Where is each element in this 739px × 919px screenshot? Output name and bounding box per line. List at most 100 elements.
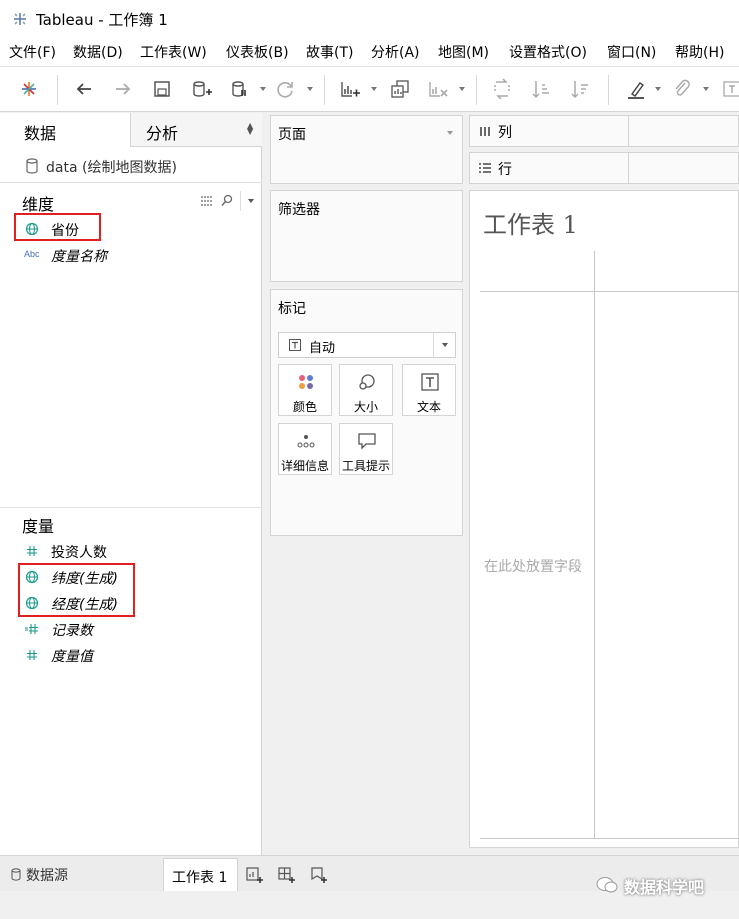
field-label: 度量值 (51, 649, 93, 665)
field-investor-count[interactable]: 投资人数 (0, 538, 262, 564)
menu-format[interactable]: 设置格式(O) (509, 42, 587, 62)
menu-window[interactable]: 窗口(N) (607, 42, 656, 62)
tab-data[interactable]: 数据 (0, 113, 130, 147)
text-icon (421, 373, 439, 391)
datasource-label: data (绘制地图数据) (46, 160, 177, 176)
text-button[interactable]: 文本 (402, 364, 456, 416)
tooltip-icon (358, 433, 376, 450)
view-list-icon[interactable] (200, 195, 214, 207)
size-icon (359, 374, 375, 390)
redo-icon[interactable] (111, 77, 135, 101)
highlight-box (18, 563, 135, 617)
wechat-logo (596, 877, 618, 893)
menu-data[interactable]: 数据(D) (73, 42, 123, 62)
tab-analysis[interactable]: 分析 (130, 113, 262, 147)
window-title: Tableau - 工作簿 1 (36, 11, 168, 29)
pane-menu-caret-icon[interactable] (248, 199, 254, 203)
chevron-down-icon (442, 343, 448, 347)
pause-auto-update-icon[interactable] (228, 77, 252, 101)
watermark-text: 数据科学吧 (624, 878, 705, 897)
pages-shelf[interactable]: 页面 (270, 115, 463, 184)
clear-sheet-icon[interactable] (426, 77, 450, 101)
menu-worksheet[interactable]: 工作表(W) (140, 42, 207, 62)
tab-scroll-icon[interactable]: ▲ ▼ (247, 122, 253, 136)
show-mark-labels-icon[interactable] (720, 77, 739, 101)
new-worksheet-icon[interactable] (246, 866, 264, 884)
chevron-down-icon[interactable] (447, 131, 453, 135)
hash-icon (27, 546, 37, 556)
bottom-divider (480, 838, 739, 839)
new-worksheet-icon[interactable] (338, 77, 362, 101)
menu-dashboard[interactable]: 仪表板(B) (226, 42, 289, 62)
group-members-icon[interactable] (670, 77, 694, 101)
marks-card: 标记 自动 颜色 大小 文本 详细信息 工具提示 (270, 289, 463, 536)
search-icon[interactable] (221, 194, 233, 207)
mark-type-label: 自动 (309, 341, 336, 356)
filters-shelf[interactable]: 筛选器 (270, 190, 463, 282)
color-label: 颜色 (292, 400, 317, 414)
datasource-tab[interactable]: 数据源 (0, 856, 150, 892)
new-dashboard-icon[interactable] (278, 866, 296, 884)
menu-bar: 文件(F) 数据(D) 工作表(W) 仪表板(B) 故事(T) 分析(A) 地图… (0, 38, 739, 66)
rows-label: 行 (498, 162, 512, 178)
filters-title: 筛选器 (278, 202, 320, 218)
size-button[interactable]: 大小 (339, 364, 393, 416)
text-label: 文本 (416, 400, 441, 414)
sheet-tab-label: 工作表 1 (172, 870, 228, 886)
tooltip-label: 工具提示 (341, 459, 390, 473)
refresh-icon[interactable] (273, 77, 297, 101)
field-record-count[interactable]: 记录数 (0, 616, 262, 642)
sheet-tab[interactable]: 工作表 1 (163, 858, 238, 892)
sheet-title[interactable]: 工作表 1 (483, 205, 578, 240)
pages-title: 页面 (278, 127, 306, 143)
new-story-icon[interactable] (310, 866, 328, 884)
highlight-box (14, 213, 101, 241)
mark-type-dropdown[interactable]: 自动 (278, 332, 456, 358)
color-icon (299, 375, 313, 389)
undo-icon[interactable] (72, 77, 96, 101)
drop-field-hint[interactable]: 在此处放置字段 (484, 556, 582, 576)
field-label: 度量名称 (51, 249, 107, 265)
duplicate-sheet-icon[interactable] (388, 77, 412, 101)
menu-analysis[interactable]: 分析(A) (371, 42, 420, 62)
abc-icon: Abc (24, 249, 40, 259)
toolbar (0, 66, 739, 112)
detail-button[interactable]: 详细信息 (278, 423, 332, 475)
color-button[interactable]: 颜色 (278, 364, 332, 416)
highlight-icon[interactable] (624, 77, 648, 101)
rows-shelf[interactable]: 行 (469, 152, 739, 184)
swap-rows-columns-icon[interactable] (490, 77, 514, 101)
start-page-icon[interactable] (17, 77, 41, 101)
new-datasource-icon[interactable] (189, 77, 213, 101)
axis-divider (594, 251, 595, 839)
save-icon[interactable] (150, 77, 174, 101)
menu-file[interactable]: 文件(F) (9, 42, 56, 62)
sort-ascending-icon[interactable] (529, 77, 553, 101)
database-icon (11, 868, 21, 881)
detail-icon (297, 435, 315, 448)
hash-icon (27, 650, 37, 660)
tab-analysis-label: 分析 (146, 124, 179, 143)
field-measure-values[interactable]: 度量值 (0, 642, 262, 668)
detail-label: 详细信息 (280, 459, 329, 473)
columns-label: 列 (498, 125, 512, 141)
menu-story[interactable]: 故事(T) (306, 42, 353, 62)
header-divider (480, 291, 739, 292)
columns-shelf[interactable]: 列 (469, 115, 739, 147)
menu-help[interactable]: 帮助(H) (675, 42, 724, 62)
menu-map[interactable]: 地图(M) (438, 42, 489, 62)
worksheet-canvas[interactable]: 工作表 1 在此处放置字段 (469, 190, 739, 848)
sort-descending-icon[interactable] (568, 77, 592, 101)
tooltip-button[interactable]: 工具提示 (339, 423, 393, 475)
field-label: 记录数 (51, 623, 93, 639)
datasource-tab-label: 数据源 (26, 868, 68, 884)
divider (0, 507, 262, 508)
dimensions-title: 维度 (22, 195, 55, 214)
tab-data-label: 数据 (24, 124, 57, 143)
data-pane: 数据 分析 ▲ ▼ data (绘制地图数据) 维度 省份 Abc 度量名称 度量… (0, 113, 262, 855)
size-label: 大小 (353, 400, 378, 414)
datasource-item[interactable]: data (绘制地图数据) (0, 147, 262, 183)
database-icon (26, 158, 38, 174)
columns-icon (480, 127, 490, 136)
field-measure-names[interactable]: Abc 度量名称 (0, 242, 262, 268)
